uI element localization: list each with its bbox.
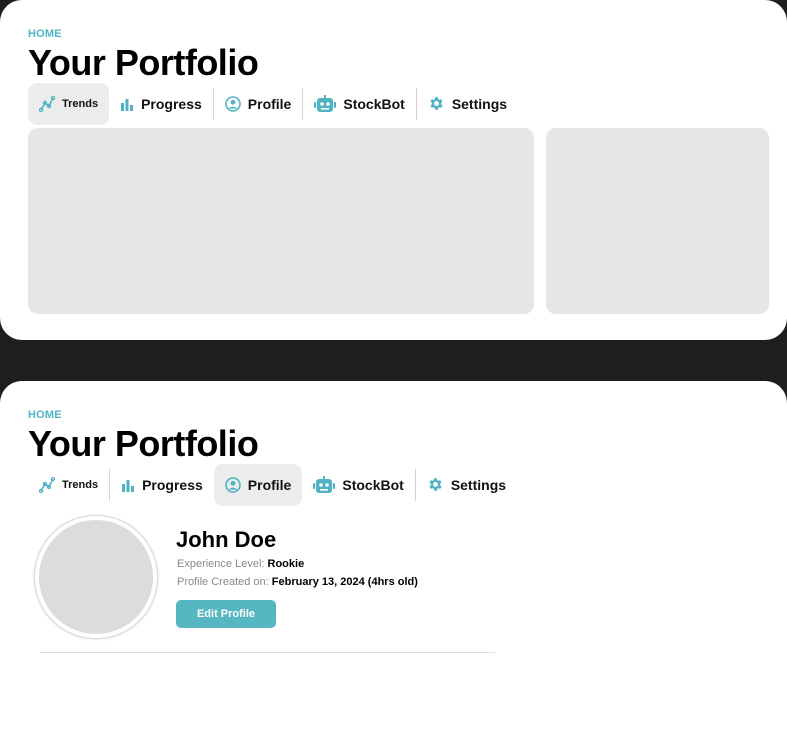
created-label: Profile Created on:	[177, 576, 269, 588]
created-value: February 13, 2024 (4hrs old)	[271, 576, 418, 588]
tab-bar: Trends Progress Profile StockBot Setting…	[28, 82, 518, 125]
tab-trends[interactable]: Trends	[28, 82, 110, 125]
tab-label: StockBot	[342, 476, 404, 493]
tab-label: StockBot	[343, 95, 405, 112]
tab-progress[interactable]: Progress	[110, 464, 214, 506]
gear-icon	[428, 95, 445, 112]
profile-name: John Doe	[176, 527, 277, 552]
robot-icon	[314, 94, 337, 113]
tab-stockbot[interactable]: StockBot	[303, 83, 415, 125]
tab-label: Progress	[142, 476, 203, 493]
profile-created: Profile Created on: February 13, 2024 (4…	[177, 576, 418, 588]
trend-line-icon	[39, 476, 55, 493]
tab-settings[interactable]: Settings	[417, 83, 518, 125]
tab-label: Settings	[450, 476, 507, 493]
tab-label: Trends	[62, 97, 99, 110]
tab-label: Profile	[247, 95, 292, 112]
breadcrumb[interactable]: HOME	[28, 409, 62, 421]
gear-icon	[427, 476, 444, 493]
experience-value: Rookie	[267, 558, 305, 570]
user-circle-icon	[224, 95, 241, 112]
robot-icon	[313, 475, 336, 494]
bar-chart-icon	[120, 97, 134, 111]
bar-chart-icon	[121, 478, 135, 492]
tab-stockbot[interactable]: StockBot	[302, 464, 414, 506]
experience-label: Experience Level:	[177, 558, 265, 570]
tab-profile[interactable]: Profile	[214, 83, 303, 125]
trend-side-panel-placeholder	[546, 128, 769, 314]
trend-chart-placeholder	[28, 128, 534, 314]
edit-profile-button[interactable]: Edit Profile	[176, 600, 276, 628]
tab-label: Profile	[247, 476, 292, 493]
portfolio-card-trends: HOME Your Portfolio Trends Progress Prof…	[0, 0, 787, 340]
tab-label: Trends	[62, 478, 99, 491]
portfolio-card-profile: HOME Your Portfolio Trends Progress Prof…	[0, 381, 787, 741]
tab-profile[interactable]: Profile	[213, 463, 303, 506]
tab-trends[interactable]: Trends	[28, 464, 109, 506]
section-divider	[40, 652, 495, 653]
tab-progress[interactable]: Progress	[109, 83, 213, 125]
tab-label: Settings	[451, 95, 508, 112]
experience-level: Experience Level: Rookie	[177, 558, 304, 570]
trend-line-icon	[39, 95, 55, 112]
page-title: Your Portfolio	[28, 42, 259, 83]
breadcrumb[interactable]: HOME	[28, 28, 62, 40]
tab-settings[interactable]: Settings	[416, 464, 517, 506]
tab-label: Progress	[141, 95, 202, 112]
page-title: Your Portfolio	[28, 423, 259, 464]
user-circle-icon	[224, 476, 241, 493]
avatar	[35, 516, 157, 638]
tab-bar: Trends Progress Profile StockBot Setting…	[28, 463, 517, 506]
